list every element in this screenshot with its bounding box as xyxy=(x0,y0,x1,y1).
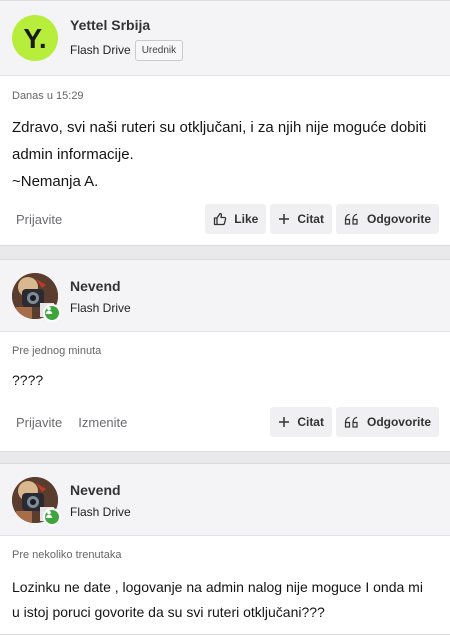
post-actions: Citat Odgovorite xyxy=(270,407,439,437)
online-status-icon xyxy=(43,303,61,322)
author-info: Nevend Flash Drive xyxy=(70,481,131,519)
like-button[interactable]: Like xyxy=(205,204,267,234)
post-body: ???? xyxy=(0,367,450,394)
post-timestamp: Pre jednog minuta xyxy=(12,345,102,357)
post-body-line: ~Nemanja A. xyxy=(12,173,99,190)
post-header: Nevend Flash Drive xyxy=(0,464,450,536)
quote-label: Citat xyxy=(297,415,324,429)
post-footer: Prijavite Like Citat Odgovorite xyxy=(0,204,450,234)
author-rank: Flash Drive xyxy=(70,43,131,57)
post-header: Nevend Flash Drive xyxy=(0,260,450,332)
author-avatar[interactable]: Y. xyxy=(12,15,58,61)
post-actions: Like Citat Odgovorite xyxy=(205,204,439,234)
post-body-line: Zdravo, svi naši ruteri su otključani, i… xyxy=(12,119,427,136)
post: Y. Yettel Srbija Flash Drive Urednik Dan… xyxy=(0,0,450,246)
author-name[interactable]: Yettel Srbija xyxy=(70,16,183,34)
quote-marks-icon xyxy=(344,213,360,225)
author-name[interactable]: Nevend xyxy=(70,277,131,295)
like-label: Like xyxy=(234,212,259,226)
author-rank: Flash Drive xyxy=(70,300,131,315)
reply-button[interactable]: Odgovorite xyxy=(335,407,439,437)
report-link[interactable]: Prijavite xyxy=(16,415,62,430)
role-badge: Urednik xyxy=(134,39,184,61)
author-name[interactable]: Nevend xyxy=(70,481,131,499)
quote-button[interactable]: Citat xyxy=(270,407,332,437)
post-timestamp: Pre nekoliko trenutaka xyxy=(12,549,122,561)
post-timestamp: Danas u 15:29 xyxy=(12,90,84,102)
plus-icon xyxy=(278,416,290,428)
report-link[interactable]: Prijavite xyxy=(16,212,62,227)
author-info: Yettel Srbija Flash Drive Urednik xyxy=(70,16,184,61)
post-body-line: Lozinku ne date , logovanje na admin nal… xyxy=(12,579,423,595)
quote-label: Citat xyxy=(297,212,324,226)
post-footer: Prijavite Izmenite Citat Odgovorite xyxy=(0,407,450,437)
reply-label: Odgovorite xyxy=(366,415,431,429)
author-avatar[interactable] xyxy=(12,272,61,322)
quote-marks-icon xyxy=(344,416,360,428)
author-avatar[interactable] xyxy=(12,476,61,526)
reply-button[interactable]: Odgovorite xyxy=(335,204,439,234)
post-header: Y. Yettel Srbija Flash Drive Urednik xyxy=(0,1,450,76)
edit-link[interactable]: Izmenite xyxy=(78,415,127,430)
online-status-icon xyxy=(43,507,61,526)
avatar-letter: Y. xyxy=(23,23,47,54)
author-info: Nevend Flash Drive xyxy=(70,277,131,315)
post: Nevend Flash Drive Pre jednog minuta ???… xyxy=(0,259,450,452)
post-body-line: u istoj poruci govorite da su svi ruteri… xyxy=(12,604,325,620)
post: Nevend Flash Drive Pre nekoliko trenutak… xyxy=(0,463,450,635)
reply-label: Odgovorite xyxy=(366,212,431,226)
quote-button[interactable]: Citat xyxy=(270,204,332,234)
post-body-line: ???? xyxy=(12,372,44,388)
post-body-line: admin informacije. xyxy=(12,146,134,163)
author-rank-row: Flash Drive Urednik xyxy=(70,39,184,61)
plus-icon xyxy=(278,213,290,225)
thumbs-up-icon xyxy=(213,212,227,226)
post-body: Zdravo, svi naši ruteri su otključani, i… xyxy=(0,114,450,195)
author-rank: Flash Drive xyxy=(70,504,131,519)
post-body: Lozinku ne date , logovanje na admin nal… xyxy=(0,575,450,625)
